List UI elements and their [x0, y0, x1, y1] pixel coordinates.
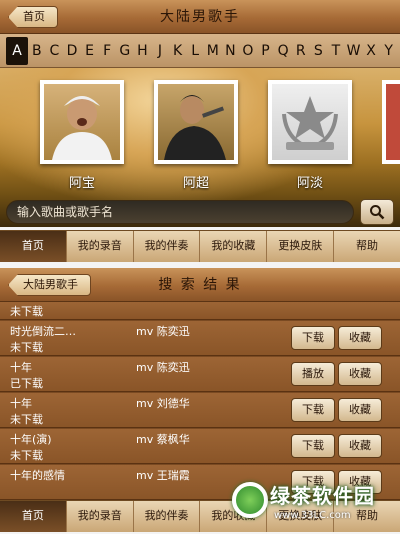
default-avatar-star-icon: [282, 96, 338, 150]
watermark-url: www.33LC.com: [274, 510, 351, 521]
download-button[interactable]: 下载: [291, 398, 335, 422]
search-input[interactable]: [6, 200, 354, 224]
singer-card[interactable]: 阿宝: [40, 80, 124, 191]
tab-my-accompaniment[interactable]: 我的伴奏: [134, 231, 201, 262]
singer-name: 阿淡: [296, 176, 323, 191]
singer-list-screen: 首页 大陆男歌手 ABCDEFGHJKLMNOPQRSTWXY 阿宝 阿超 阿淡…: [0, 0, 400, 262]
back-button[interactable]: 首页: [8, 6, 58, 28]
alphabet-letter-a[interactable]: A: [6, 36, 28, 65]
singer-name: 阿超: [182, 176, 209, 191]
singer-portrait-image: [164, 95, 226, 160]
list-item[interactable]: 十年 未下载 mv 刘德华 下载 收藏: [0, 393, 400, 428]
favorite-button[interactable]: 收藏: [338, 434, 382, 458]
singer-name: 阿宝: [68, 176, 95, 191]
singer-card[interactable]: 阿超: [154, 80, 238, 191]
song-artist: mv 刘德华: [136, 397, 190, 410]
song-title: 时光倒流二…: [10, 325, 76, 338]
alphabet-letter-e[interactable]: E: [81, 43, 99, 59]
watermark-text: 绿茶软件园: [270, 484, 375, 508]
tab-change-skin[interactable]: 更换皮肤: [267, 231, 335, 262]
alphabet-letter-c[interactable]: C: [46, 43, 64, 59]
singer-photo[interactable]: [268, 80, 352, 164]
alphabet-letter-j[interactable]: J: [151, 43, 169, 59]
bottom-tab-bar: 首页 我的录音 我的伴奏 我的收藏 更换皮肤 帮助: [0, 230, 400, 262]
alphabet-letter-s[interactable]: S: [310, 43, 328, 59]
alphabet-letter-d[interactable]: D: [63, 43, 81, 59]
tab-home[interactable]: 首页: [0, 501, 67, 532]
song-title: 十年: [10, 361, 32, 374]
play-button[interactable]: 播放: [291, 362, 335, 386]
page-title: 大陆男歌手: [160, 9, 240, 25]
alphabet-letter-k[interactable]: K: [169, 43, 187, 59]
alphabet-letter-t[interactable]: T: [327, 43, 345, 59]
song-artist: mv 陈奕迅: [136, 361, 190, 374]
list-item[interactable]: 十年 已下载 mv 陈奕迅 播放 收藏: [0, 357, 400, 392]
alphabet-letter-p[interactable]: P: [257, 43, 275, 59]
watermark-logo-icon: [232, 482, 268, 518]
tab-my-recordings[interactable]: 我的录音: [67, 501, 134, 532]
tab-home[interactable]: 首页: [0, 231, 67, 262]
alphabet-letter-y[interactable]: Y: [380, 43, 398, 59]
favorite-button[interactable]: 收藏: [338, 362, 382, 386]
back-button[interactable]: 大陆男歌手: [8, 274, 91, 296]
tab-my-recordings[interactable]: 我的录音: [67, 231, 134, 262]
watermark: 绿茶软件园 www.33LC.com: [228, 476, 400, 534]
download-button[interactable]: 下载: [291, 434, 335, 458]
singer-portrait-image: [52, 96, 112, 160]
download-status: 未下载: [10, 305, 43, 318]
download-button[interactable]: 下载: [291, 326, 335, 350]
favorite-button[interactable]: 收藏: [338, 398, 382, 422]
alphabet-letter-q[interactable]: Q: [274, 43, 292, 59]
list-item[interactable]: 未下载: [0, 302, 400, 320]
alphabet-letter-f[interactable]: F: [98, 43, 116, 59]
alphabet-letter-x[interactable]: X: [362, 43, 380, 59]
download-status: 未下载: [10, 449, 43, 462]
song-title: 十年: [10, 397, 32, 410]
search-results-list[interactable]: 未下载 时光倒流二… 未下载 mv 陈奕迅 下载 收藏 十年 已下载 mv 陈奕…: [0, 302, 400, 500]
alphabet-letter-h[interactable]: H: [134, 43, 152, 59]
favorite-button[interactable]: 收藏: [338, 326, 382, 350]
alphabet-letter-g[interactable]: G: [116, 43, 134, 59]
download-status: 未下载: [10, 341, 43, 354]
nav-bar: 首页 大陆男歌手: [0, 0, 400, 34]
alphabet-letter-b[interactable]: B: [28, 43, 46, 59]
singer-photo[interactable]: [154, 80, 238, 164]
alphabet-letter-r[interactable]: R: [292, 43, 310, 59]
download-status: 未下载: [10, 413, 43, 426]
tab-help[interactable]: 帮助: [334, 231, 400, 262]
list-item[interactable]: 十年(演) 未下载 mv 蔡枫华 下载 收藏: [0, 429, 400, 464]
tab-my-favorites[interactable]: 我的收藏: [200, 231, 268, 262]
list-item[interactable]: 时光倒流二… 未下载 mv 陈奕迅 下载 收藏: [0, 321, 400, 356]
song-artist: mv 蔡枫华: [136, 433, 190, 446]
tab-my-accompaniment[interactable]: 我的伴奏: [134, 501, 201, 532]
song-artist: mv 王瑞霞: [136, 469, 190, 482]
nav-bar: 大陆男歌手 搜 索 结 果: [0, 268, 400, 302]
alphabet-index-bar: ABCDEFGHJKLMNOPQRSTWXY: [0, 34, 400, 68]
alphabet-letter-o[interactable]: O: [239, 43, 257, 59]
alphabet-letter-w[interactable]: W: [345, 43, 363, 59]
alphabet-letter-m[interactable]: M: [204, 43, 222, 59]
alphabet-letter-n[interactable]: N: [222, 43, 240, 59]
alphabet-letter-l[interactable]: L: [186, 43, 204, 59]
singer-card[interactable]: 阿淡: [268, 80, 352, 191]
song-title: 十年(演): [10, 433, 52, 446]
song-title: 十年的感情: [10, 469, 65, 482]
search-button[interactable]: [360, 199, 394, 225]
singer-photo[interactable]: [40, 80, 124, 164]
song-artist: mv 陈奕迅: [136, 325, 190, 338]
next-singer-card[interactable]: [382, 80, 400, 164]
search-icon: [370, 205, 385, 220]
download-status: 已下载: [10, 377, 43, 390]
search-bar: [0, 196, 400, 228]
